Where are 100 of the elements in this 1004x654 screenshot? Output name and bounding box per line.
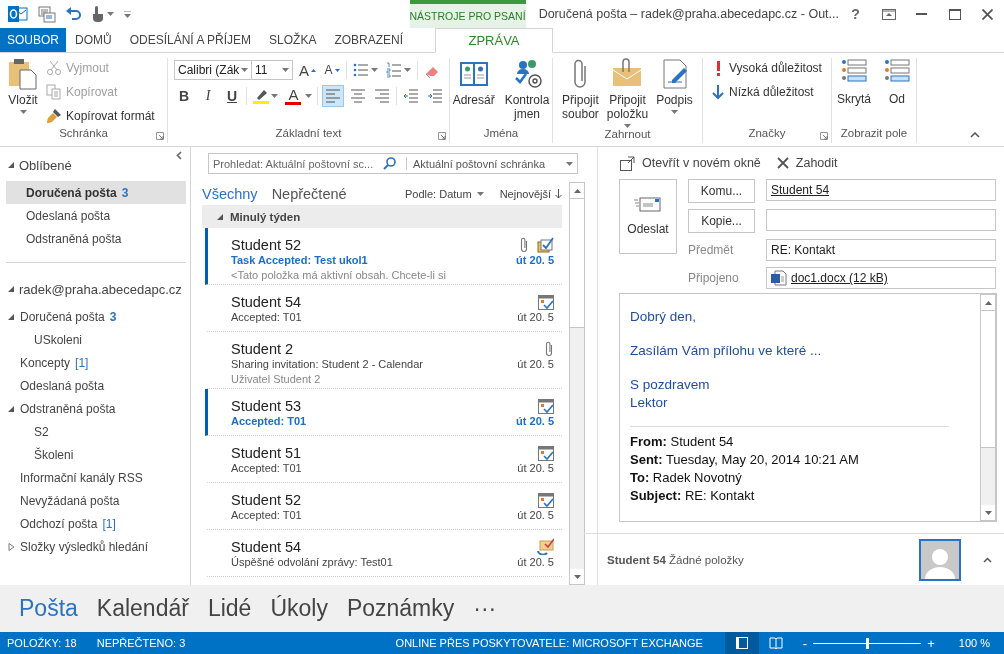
cc-field[interactable] xyxy=(766,209,996,231)
include-button[interactable]: Podpis xyxy=(653,58,696,128)
expand-people-icon[interactable] xyxy=(983,556,992,563)
folder-item[interactable]: Informační kanály RSS xyxy=(0,466,186,489)
collapsed-triangle-icon[interactable] xyxy=(7,542,15,551)
help-button[interactable]: ? xyxy=(839,0,872,28)
zoom-out-button[interactable]: - xyxy=(802,635,808,651)
expanded-triangle-icon[interactable] xyxy=(7,285,15,293)
format-button[interactable]: I xyxy=(198,85,218,107)
font-color-button[interactable]: A xyxy=(283,85,314,107)
discard-button[interactable]: Zahodit xyxy=(776,156,838,170)
filter-tab[interactable]: Všechny xyxy=(202,185,258,202)
folder-item[interactable]: Odeslaná pošta xyxy=(6,204,186,227)
message-item[interactable]: Student 53 Accepted: T01 út 20. 5 xyxy=(205,389,562,436)
dialog-launcher-icon[interactable] xyxy=(820,132,828,140)
shrink-font-button[interactable]: A xyxy=(322,59,342,81)
folder-item[interactable]: Složky výsledků hledání xyxy=(0,535,186,558)
expanded-triangle-icon[interactable] xyxy=(7,161,15,169)
message-item[interactable]: Student 54 Úspěšné odvolání zprávy: Test01 út 20. 5 xyxy=(205,530,562,577)
folder-item[interactable]: Doručená pošta 3 xyxy=(0,305,186,328)
send-receive-icon[interactable] xyxy=(38,5,56,23)
dialog-launcher-icon[interactable] xyxy=(156,132,164,140)
scroll-up-icon[interactable] xyxy=(984,300,992,305)
to-button[interactable]: Komu... xyxy=(688,179,755,203)
message-item[interactable]: Student 54 Accepted: T01 út 20. 5 xyxy=(205,285,562,332)
sort-dropdown[interactable]: Podle: Datum xyxy=(405,187,484,200)
customize-toolbar-icon[interactable] xyxy=(124,10,131,18)
search-scope-dropdown[interactable]: Aktuální poštovní schránka xyxy=(406,157,577,170)
view-button[interactable] xyxy=(724,632,759,654)
clipboard-command[interactable]: Kopírovat formát xyxy=(46,106,155,126)
more-button[interactable]: ··· xyxy=(473,595,497,622)
group-header[interactable]: Minulý týden xyxy=(202,205,562,228)
message-item[interactable]: Student 51 Accepted: T01 út 20. 5 xyxy=(205,436,562,483)
from-field-button[interactable]: Od xyxy=(880,58,914,127)
ribbon-tab[interactable]: ZOBRAZENÍ xyxy=(325,28,413,52)
message-item[interactable]: Student 2 Sharing invitation: Student 2 - Calendar út 20. 5 Uživatel Student 2 xyxy=(205,332,562,389)
ribbon-tab[interactable]: DOMŮ xyxy=(66,28,121,52)
filter-tab[interactable]: Nepřečtené xyxy=(271,185,347,202)
scroll-up-icon[interactable] xyxy=(573,188,581,193)
expanded-triangle-icon[interactable] xyxy=(7,312,15,321)
bcc-field-button[interactable]: Skrytá xyxy=(834,58,874,127)
ribbon-tab[interactable]: ZPRÁVA xyxy=(435,28,553,53)
expanded-triangle-icon[interactable] xyxy=(216,212,224,221)
hand-icon[interactable] xyxy=(92,6,104,22)
check-names-button[interactable]: Kontrola jmen xyxy=(501,58,553,127)
cc-button[interactable]: Kopie... xyxy=(688,209,755,233)
message-item[interactable]: Student 52 Task Accepted: Test ukol1 út 20. 5 <Tato položka má aktivní obsah. Chcete-li si xyxy=(205,228,562,285)
ribbon-tab[interactable]: SOUBOR xyxy=(0,28,66,52)
dialog-launcher-icon[interactable] xyxy=(438,132,446,140)
folder-item[interactable]: Odstraněná pošta xyxy=(0,397,186,420)
nav-link[interactable]: Lidé xyxy=(207,595,252,622)
include-button[interactable]: Připojit položku xyxy=(603,58,652,128)
expanded-triangle-icon[interactable] xyxy=(7,404,15,413)
folder-item[interactable]: Odeslaná pošta xyxy=(0,374,186,397)
message-item[interactable]: Student 52 Accepted: T01 út 20. 5 xyxy=(205,483,562,530)
folder-item[interactable]: Koncepty [1] xyxy=(0,351,186,374)
nav-link[interactable]: Úkoly xyxy=(270,595,328,622)
font-size-field[interactable]: 11 xyxy=(251,60,293,80)
font-name-field[interactable]: Calibri (Zák xyxy=(174,60,252,80)
folder-item[interactable]: Odchozí pošta [1] xyxy=(0,512,186,535)
zoom-in-button[interactable]: + xyxy=(927,635,935,651)
search-field[interactable]: Prohledat: Aktuální poštovní sc... Aktuální poštovní schránka xyxy=(208,153,578,174)
attachment-link[interactable]: doc1.docx (12 kB) xyxy=(791,271,888,285)
ribbon-tab[interactable]: SLOŽKA xyxy=(260,28,326,52)
ribbon-display-icon[interactable] xyxy=(881,8,896,20)
subject-field[interactable]: RE: Kontakt xyxy=(766,239,996,261)
app-logo-icon[interactable] xyxy=(8,5,28,23)
scroll-down-icon[interactable] xyxy=(573,574,581,579)
close-icon[interactable] xyxy=(982,8,993,20)
scroll-down-icon[interactable] xyxy=(984,510,992,515)
to-field[interactable]: Student 54 xyxy=(766,179,996,201)
attachment-field[interactable]: doc1.docx (12 kB) xyxy=(766,267,996,289)
maximize-icon[interactable] xyxy=(948,8,961,20)
collapse-pane-icon[interactable] xyxy=(176,151,182,160)
grow-font-button[interactable]: A xyxy=(297,59,318,81)
nav-link[interactable]: Kalendář xyxy=(96,595,189,622)
folder-item[interactable]: Nevyžádaná pošta xyxy=(0,489,186,512)
scrollbar[interactable] xyxy=(980,294,996,521)
favorites-header[interactable]: Oblíbené xyxy=(0,155,190,175)
scrollbar[interactable] xyxy=(569,182,585,585)
send-button[interactable]: Odeslat xyxy=(619,179,677,254)
sort-order-button[interactable]: Nejnovější xyxy=(499,187,562,200)
account-header[interactable]: radek@praha.abecedapc.cz xyxy=(0,279,190,299)
folder-item[interactable]: Odstraněná pošta xyxy=(6,227,186,250)
open-new-window-button[interactable]: Otevřít v novém okně xyxy=(620,155,761,171)
nav-link[interactable]: Pošta xyxy=(19,595,78,622)
high-importance-button[interactable]: Vysoká důležitost xyxy=(711,58,822,78)
ribbon-tab[interactable]: ODESÍLÁNÍ A PŘÍJEM xyxy=(120,28,261,52)
zoom-thumb[interactable] xyxy=(866,637,870,649)
undo-icon[interactable] xyxy=(66,7,82,21)
format-button[interactable]: U xyxy=(222,85,242,107)
folder-item[interactable]: S2 xyxy=(0,420,186,443)
nav-link[interactable]: Poznámky xyxy=(346,595,455,622)
format-button[interactable]: B xyxy=(174,85,194,107)
folder-item[interactable]: Školeni xyxy=(0,443,186,466)
folder-item[interactable]: Doručená pošta 3 xyxy=(6,181,186,204)
include-button[interactable]: Připojit soubor xyxy=(559,58,602,128)
collapse-ribbon-icon[interactable] xyxy=(970,132,980,138)
paste-button[interactable]: Vložit xyxy=(4,58,42,127)
low-importance-button[interactable]: Nízká důležitost xyxy=(711,82,822,102)
